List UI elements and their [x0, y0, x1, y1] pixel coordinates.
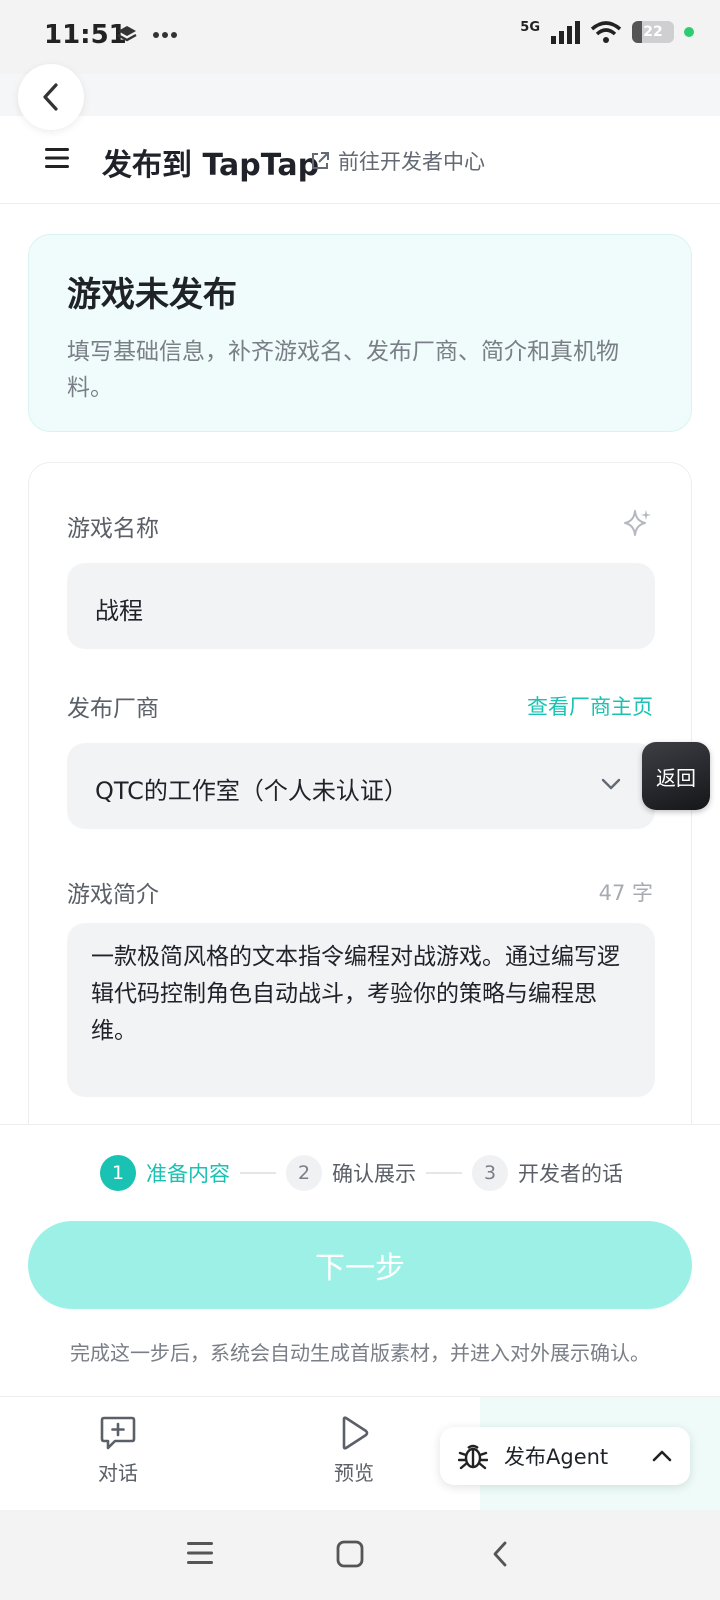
step-1-number: 1 [100, 1155, 136, 1191]
page-title: 发布到 TapTap [102, 148, 320, 183]
nav-recents-button[interactable] [186, 1540, 214, 1570]
more-dots-icon [153, 32, 177, 38]
step-3-number: 3 [472, 1155, 508, 1191]
dev-center-link[interactable]: 前往开发者中心 [310, 146, 485, 176]
bottom-action-panel: 1 准备内容 2 确认展示 3 开发者的话 下一步 完成这一步后，系统会自动生成… [0, 1124, 720, 1396]
basic-info-form: 游戏名称 战程 发布厂商 查看厂商主页 QTC的工作室（个人未认证） 游戏简介 … [28, 462, 692, 1124]
dev-center-link-label: 前往开发者中心 [338, 150, 485, 174]
next-step-hint: 完成这一步后，系统会自动生成首版素材，并进入对外展示确认。 [70, 1341, 650, 1365]
publish-agent-label: 发布Agent [504, 1445, 609, 1469]
play-icon [342, 1416, 369, 1450]
publish-agent-toggle[interactable]: 发布Agent [440, 1427, 690, 1485]
step-3: 3 开发者的话 [472, 1155, 623, 1191]
main-content[interactable]: 游戏未发布 填写基础信息，补齐游戏名、发布厂商、简介和真机物料。 游戏名称 战程… [0, 204, 720, 1124]
tab-preview[interactable]: 预览 [294, 1415, 414, 1486]
external-link-icon [312, 152, 329, 169]
floating-return-button[interactable]: 返回 [642, 742, 710, 810]
publisher-label: 发布厂商 [67, 696, 159, 722]
bug-icon [458, 1444, 488, 1470]
intro-textarea[interactable]: 一款极简风格的文本指令编程对战游戏。通过编写逻辑代码控制角色自动战斗，考验你的策… [67, 923, 655, 1097]
status-right: 5G 22 [520, 20, 694, 44]
back-button[interactable] [18, 64, 84, 130]
menu-lines-icon [187, 1542, 213, 1564]
status-left-icons [116, 24, 178, 46]
publish-status-card: 游戏未发布 填写基础信息，补齐游戏名、发布厂商、简介和真机物料。 [28, 234, 692, 432]
chevron-left-icon [493, 1541, 507, 1567]
status-bar: 11:51 5G 22 [0, 0, 720, 74]
step-2: 2 确认展示 [286, 1155, 416, 1191]
battery-icon: 22 [632, 21, 674, 43]
nav-back-button[interactable] [490, 1540, 510, 1572]
menu-button[interactable] [44, 146, 70, 174]
intro-value: 一款极简风格的文本指令编程对战游戏。通过编写逻辑代码控制角色自动战斗，考验你的策… [91, 944, 620, 1044]
publish-status-title: 游戏未发布 [67, 275, 237, 315]
header: 发布到 TapTap 前往开发者中心 [0, 116, 720, 204]
tab-preview-label: 预览 [334, 1461, 374, 1485]
system-nav-bar [0, 1510, 720, 1600]
sparkle-icon [624, 510, 651, 536]
intro-char-count: 47 字 [598, 881, 653, 905]
signal-icon [551, 21, 580, 44]
step-connector [240, 1172, 276, 1174]
step-2-label: 确认展示 [332, 1162, 416, 1186]
intro-label: 游戏简介 [67, 882, 159, 908]
floating-return-label: 返回 [656, 765, 696, 790]
game-name-label: 游戏名称 [67, 516, 159, 542]
privacy-indicator [684, 27, 694, 37]
nav-home-button[interactable] [336, 1540, 364, 1572]
battery-level: 22 [643, 24, 663, 40]
publisher-value: QTC的工作室（个人未认证） [95, 777, 408, 805]
bottom-tabbar: 对话 预览 发布Agent [0, 1396, 720, 1511]
step-3-label: 开发者的话 [518, 1162, 623, 1186]
tab-chat-label: 对话 [98, 1461, 138, 1485]
game-name-value: 战程 [95, 597, 143, 625]
game-name-input[interactable]: 战程 [67, 563, 655, 649]
publish-status-description: 填写基础信息，补齐游戏名、发布厂商、简介和真机物料。 [67, 339, 619, 401]
square-icon [336, 1540, 364, 1568]
publisher-select[interactable]: QTC的工作室（个人未认证） [67, 743, 655, 829]
step-connector [426, 1172, 462, 1174]
step-1-label: 准备内容 [146, 1162, 230, 1186]
step-1: 1 准备内容 [100, 1155, 230, 1191]
next-step-button[interactable]: 下一步 [28, 1221, 692, 1309]
chevron-left-icon [43, 83, 58, 111]
step-indicator: 1 准备内容 2 确认展示 3 开发者的话 [100, 1155, 623, 1191]
layers-icon [117, 26, 137, 42]
chevron-down-icon [601, 778, 621, 790]
hamburger-icon [45, 148, 69, 168]
chat-add-icon [100, 1416, 136, 1450]
status-time: 11:51 [44, 20, 127, 50]
wifi-icon [590, 21, 622, 43]
step-2-number: 2 [286, 1155, 322, 1191]
chevron-up-icon [652, 1450, 672, 1462]
network-type: 5G [520, 20, 540, 35]
view-publisher-link[interactable]: 查看厂商主页 [527, 691, 653, 721]
tab-chat[interactable]: 对话 [58, 1415, 178, 1486]
ai-generate-button[interactable] [621, 507, 653, 543]
